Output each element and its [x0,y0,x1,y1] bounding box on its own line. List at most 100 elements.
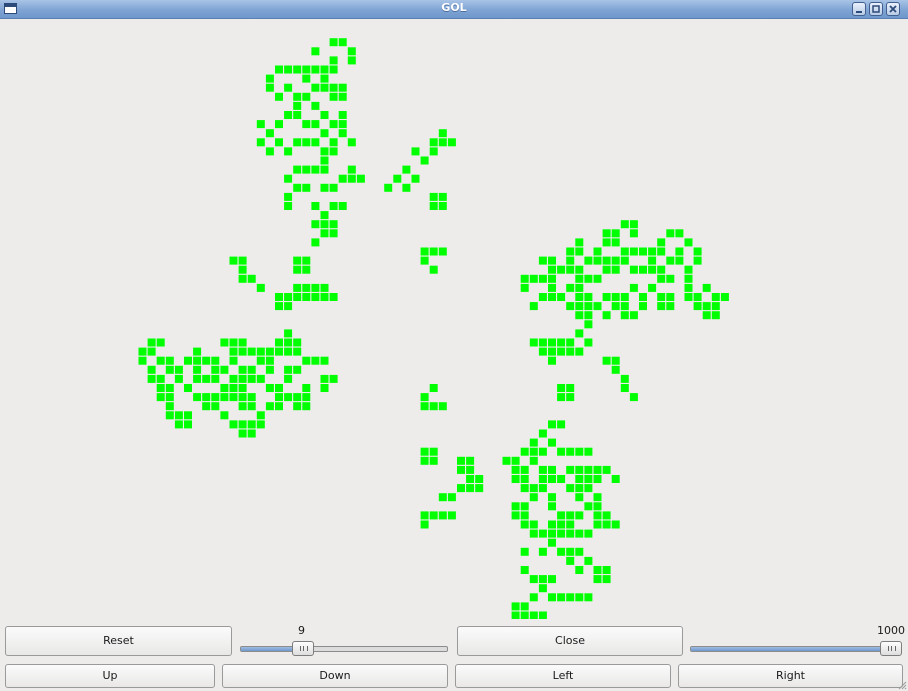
live-cell[interactable] [265,147,274,156]
live-cell[interactable] [611,475,620,483]
live-cell[interactable] [520,283,529,292]
live-cell[interactable] [620,384,629,392]
live-cell[interactable] [548,438,556,447]
live-cell[interactable] [557,347,566,356]
live-cell[interactable] [293,111,302,119]
live-cell[interactable] [566,556,575,565]
live-cell[interactable] [193,374,202,383]
live-cell[interactable] [675,247,684,256]
live-cell[interactable] [620,220,629,229]
live-cell[interactable] [538,274,547,283]
live-cell[interactable] [566,338,575,347]
live-cell[interactable] [238,402,247,411]
live-cell[interactable] [529,302,538,311]
live-cell[interactable] [548,575,556,584]
live-cell[interactable] [684,283,693,292]
live-cell[interactable] [575,293,584,301]
live-cell[interactable] [284,365,293,374]
live-cell[interactable] [384,183,393,192]
live-cell[interactable] [347,138,356,147]
live-cell[interactable] [520,511,529,520]
live-cell[interactable] [138,347,147,356]
live-cell[interactable] [548,529,556,538]
live-cell[interactable] [684,274,693,283]
live-cell[interactable] [520,475,529,483]
live-cell[interactable] [602,575,611,584]
live-cell[interactable] [438,129,447,138]
live-cell[interactable] [538,293,547,301]
live-cell[interactable] [302,384,311,392]
live-cell[interactable] [275,393,283,402]
live-cell[interactable] [329,220,338,229]
live-cell[interactable] [511,475,520,483]
live-cell[interactable] [293,293,302,301]
cell-grid[interactable] [0,19,908,619]
live-cell[interactable] [193,393,202,402]
live-cell[interactable] [538,484,547,493]
live-cell[interactable] [265,365,274,374]
live-cell[interactable] [620,374,629,383]
live-cell[interactable] [347,47,356,56]
live-cell[interactable] [675,256,684,265]
live-cell[interactable] [193,365,202,374]
live-cell[interactable] [320,83,329,92]
live-cell[interactable] [593,566,602,574]
live-cell[interactable] [693,293,702,301]
live-cell[interactable] [575,329,584,338]
live-cell[interactable] [275,293,283,301]
live-cell[interactable] [420,511,429,520]
down-button[interactable]: Down [222,664,448,688]
live-cell[interactable] [693,302,702,311]
live-cell[interactable] [347,56,356,65]
live-cell[interactable] [529,447,538,456]
live-cell[interactable] [538,347,547,356]
live-cell[interactable] [584,447,593,456]
live-cell[interactable] [293,165,302,174]
live-cell[interactable] [566,265,575,274]
live-cell[interactable] [711,302,720,311]
live-cell[interactable] [275,302,283,311]
delay-slider[interactable] [690,641,902,656]
live-cell[interactable] [202,356,211,365]
live-cell[interactable] [147,374,156,383]
live-cell[interactable] [648,247,657,256]
live-cell[interactable] [265,83,274,92]
live-cell[interactable] [702,283,711,292]
live-cell[interactable] [548,283,556,292]
live-cell[interactable] [238,347,247,356]
live-cell[interactable] [584,529,593,538]
live-cell[interactable] [320,220,329,229]
live-cell[interactable] [275,347,283,356]
live-cell[interactable] [429,138,438,147]
live-cell[interactable] [338,111,347,119]
live-cell[interactable] [529,493,538,502]
live-cell[interactable] [648,283,657,292]
live-cell[interactable] [584,502,593,511]
live-cell[interactable] [520,547,529,556]
live-cell[interactable] [584,256,593,265]
live-cell[interactable] [557,547,566,556]
live-cell[interactable] [293,338,302,347]
live-cell[interactable] [511,511,520,520]
live-cell[interactable] [511,602,520,611]
live-cell[interactable] [629,283,638,292]
live-cell[interactable] [529,611,538,620]
live-cell[interactable] [475,484,484,493]
live-cell[interactable] [575,247,584,256]
live-cell[interactable] [438,247,447,256]
live-cell[interactable] [566,529,575,538]
live-cell[interactable] [557,293,566,301]
live-cell[interactable] [275,120,283,129]
live-cell[interactable] [684,238,693,247]
live-cell[interactable] [402,165,411,174]
live-cell[interactable] [284,65,293,74]
live-cell[interactable] [420,447,429,456]
live-cell[interactable] [557,420,566,429]
live-cell[interactable] [229,347,238,356]
live-cell[interactable] [311,220,320,229]
live-cell[interactable] [338,92,347,101]
live-cell[interactable] [602,511,611,520]
live-cell[interactable] [284,338,293,347]
live-cell[interactable] [420,156,429,165]
live-cell[interactable] [520,484,529,493]
